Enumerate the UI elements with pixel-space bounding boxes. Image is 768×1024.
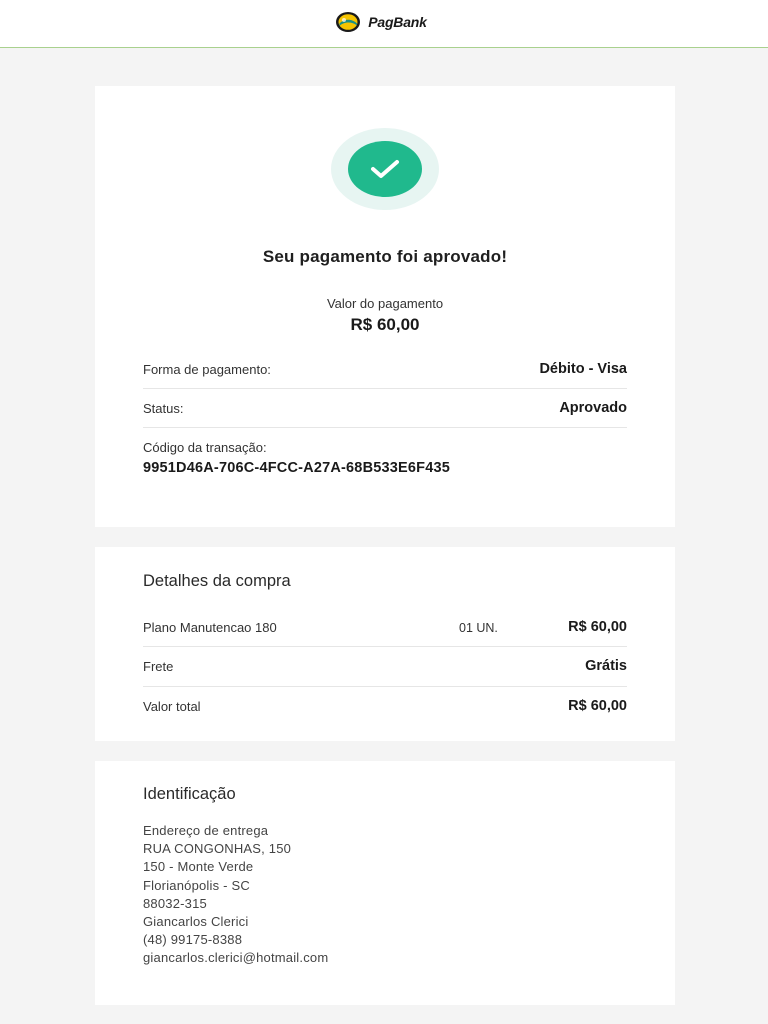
- shipping-row: Frete Grátis: [143, 658, 627, 674]
- transaction-code-label: Código da transação:: [143, 440, 267, 455]
- payment-approved-title: Seu pagamento foi aprovado!: [262, 247, 508, 266]
- status-value: Aprovado: [559, 400, 627, 416]
- address-street: RUA CONGONHAS, 150: [143, 841, 292, 857]
- pagbank-logo[interactable]: PagBank: [335, 11, 427, 33]
- divider: [143, 427, 627, 428]
- item-quantity: 01 UN.: [459, 621, 498, 635]
- payment-method-label: Forma de pagamento:: [143, 361, 271, 377]
- payment-method-row: Forma de pagamento: Débito - Visa: [143, 361, 627, 377]
- checkmark-circle: [348, 141, 422, 197]
- identification-title: Identificação: [143, 785, 236, 803]
- customer-phone: (48) 99175-8388: [143, 932, 243, 948]
- success-badge: [331, 128, 439, 210]
- payment-approved-card: Seu pagamento foi aprovado! Valor do pag…: [95, 86, 675, 527]
- customer-name: Giancarlos Clerici: [143, 914, 249, 930]
- brand-name: PagBank: [368, 14, 427, 30]
- address-city-state: Florianópolis - SC: [143, 877, 250, 893]
- payment-amount-value: R$ 60,00: [350, 315, 420, 334]
- status-label: Status:: [143, 400, 184, 416]
- address-heading: Endereço de entrega: [143, 823, 269, 838]
- total-value: R$ 60,00: [568, 698, 627, 714]
- divider: [143, 388, 627, 389]
- checkmark-icon: [371, 160, 399, 178]
- address-complement: 150 - Monte Verde: [143, 859, 254, 875]
- item-row: Plano Manutencao 180 R$ 60,00: [143, 619, 627, 635]
- item-name: Plano Manutencao 180: [143, 619, 277, 635]
- divider: [143, 686, 627, 687]
- total-label: Valor total: [143, 698, 201, 714]
- transaction-code-value: 9951D46A-706C-4FCC-A27A-68B533E6F435: [143, 460, 451, 476]
- address-postal-code: 88032-315: [143, 895, 207, 911]
- item-price: R$ 60,00: [568, 619, 627, 635]
- pagbank-logo-icon: [336, 12, 361, 32]
- payment-amount-label: Valor do pagamento: [326, 296, 444, 311]
- identification-card: Identificação Endereço de entrega RUA CO…: [95, 761, 675, 1005]
- divider: [143, 646, 627, 647]
- total-row: Valor total R$ 60,00: [143, 698, 627, 714]
- status-row: Status: Aprovado: [143, 400, 627, 416]
- top-header: PagBank: [0, 0, 768, 48]
- customer-email: giancarlos.clerici@hotmail.com: [143, 950, 329, 966]
- payment-method-value: Débito - Visa: [539, 361, 627, 377]
- shipping-label: Frete: [143, 658, 174, 674]
- purchase-details-title: Detalhes da compra: [143, 572, 291, 590]
- purchase-details-card: Detalhes da compra Plano Manutencao 180 …: [95, 547, 675, 741]
- shipping-address-block: Endereço de entrega RUA CONGONHAS, 150 1…: [143, 822, 328, 968]
- shipping-value: Grátis: [585, 658, 627, 674]
